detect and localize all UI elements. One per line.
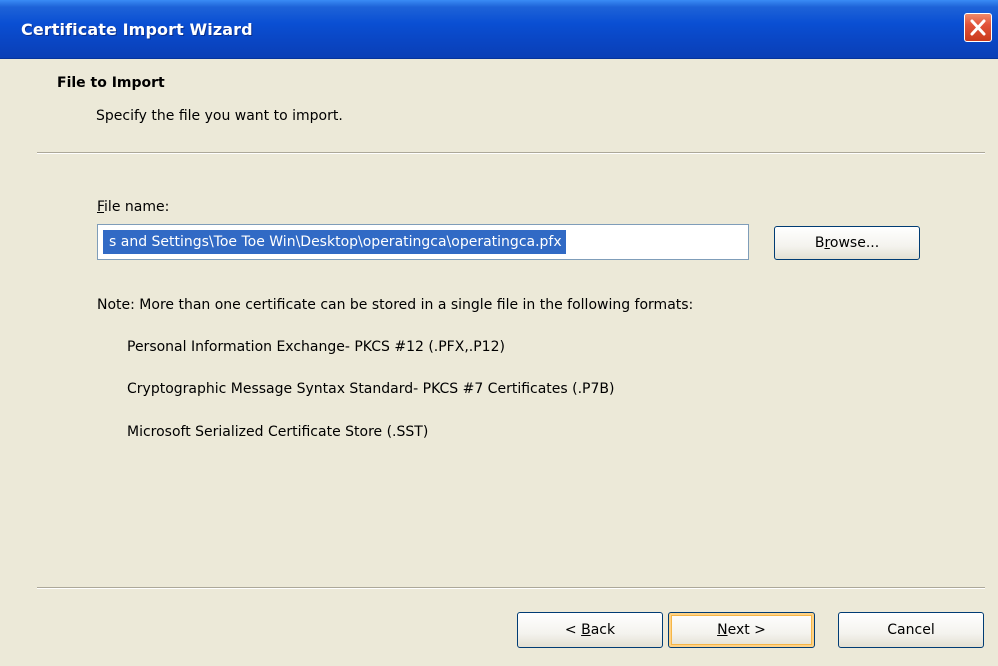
- page-title: File to Import: [57, 75, 165, 91]
- file-name-label-accel: F: [97, 199, 105, 215]
- next-button-post: ext >: [727, 622, 766, 638]
- back-button-pre: <: [564, 622, 582, 638]
- file-name-label-text: ile name:: [104, 199, 170, 215]
- wizard-header: [0, 59, 998, 153]
- browse-button-pre: B: [814, 235, 825, 251]
- close-icon: [970, 19, 986, 36]
- page-subtitle: Specify the file you want to import.: [96, 108, 343, 124]
- title-bar: Certificate Import Wizard: [0, 0, 998, 59]
- cancel-button[interactable]: Cancel: [838, 612, 984, 648]
- next-button[interactable]: Next >: [668, 612, 815, 648]
- header-divider: [37, 152, 985, 154]
- window-title: Certificate Import Wizard: [21, 20, 253, 39]
- close-button[interactable]: [964, 13, 992, 42]
- format-item: Personal Information Exchange- PKCS #12 …: [127, 339, 505, 355]
- format-item: Cryptographic Message Syntax Standard- P…: [127, 381, 615, 397]
- format-item: Microsoft Serialized Certificate Store (…: [127, 424, 429, 440]
- back-button[interactable]: < Back: [517, 612, 663, 648]
- back-button-post: ack: [590, 622, 616, 638]
- next-button-accel: N: [717, 622, 728, 638]
- file-name-value: s and Settings\Toe Toe Win\Desktop\opera…: [103, 230, 566, 254]
- formats-note: Note: More than one certificate can be s…: [97, 297, 694, 313]
- file-name-label: File name:: [97, 199, 169, 215]
- back-button-accel: B: [581, 622, 591, 638]
- certificate-import-wizard-window: Certificate Import Wizard File to Import…: [0, 0, 998, 666]
- footer-divider: [37, 587, 985, 589]
- file-name-input[interactable]: s and Settings\Toe Toe Win\Desktop\opera…: [97, 224, 749, 260]
- browse-button[interactable]: Browse...: [774, 226, 920, 260]
- browse-button-post: owse...: [829, 235, 880, 251]
